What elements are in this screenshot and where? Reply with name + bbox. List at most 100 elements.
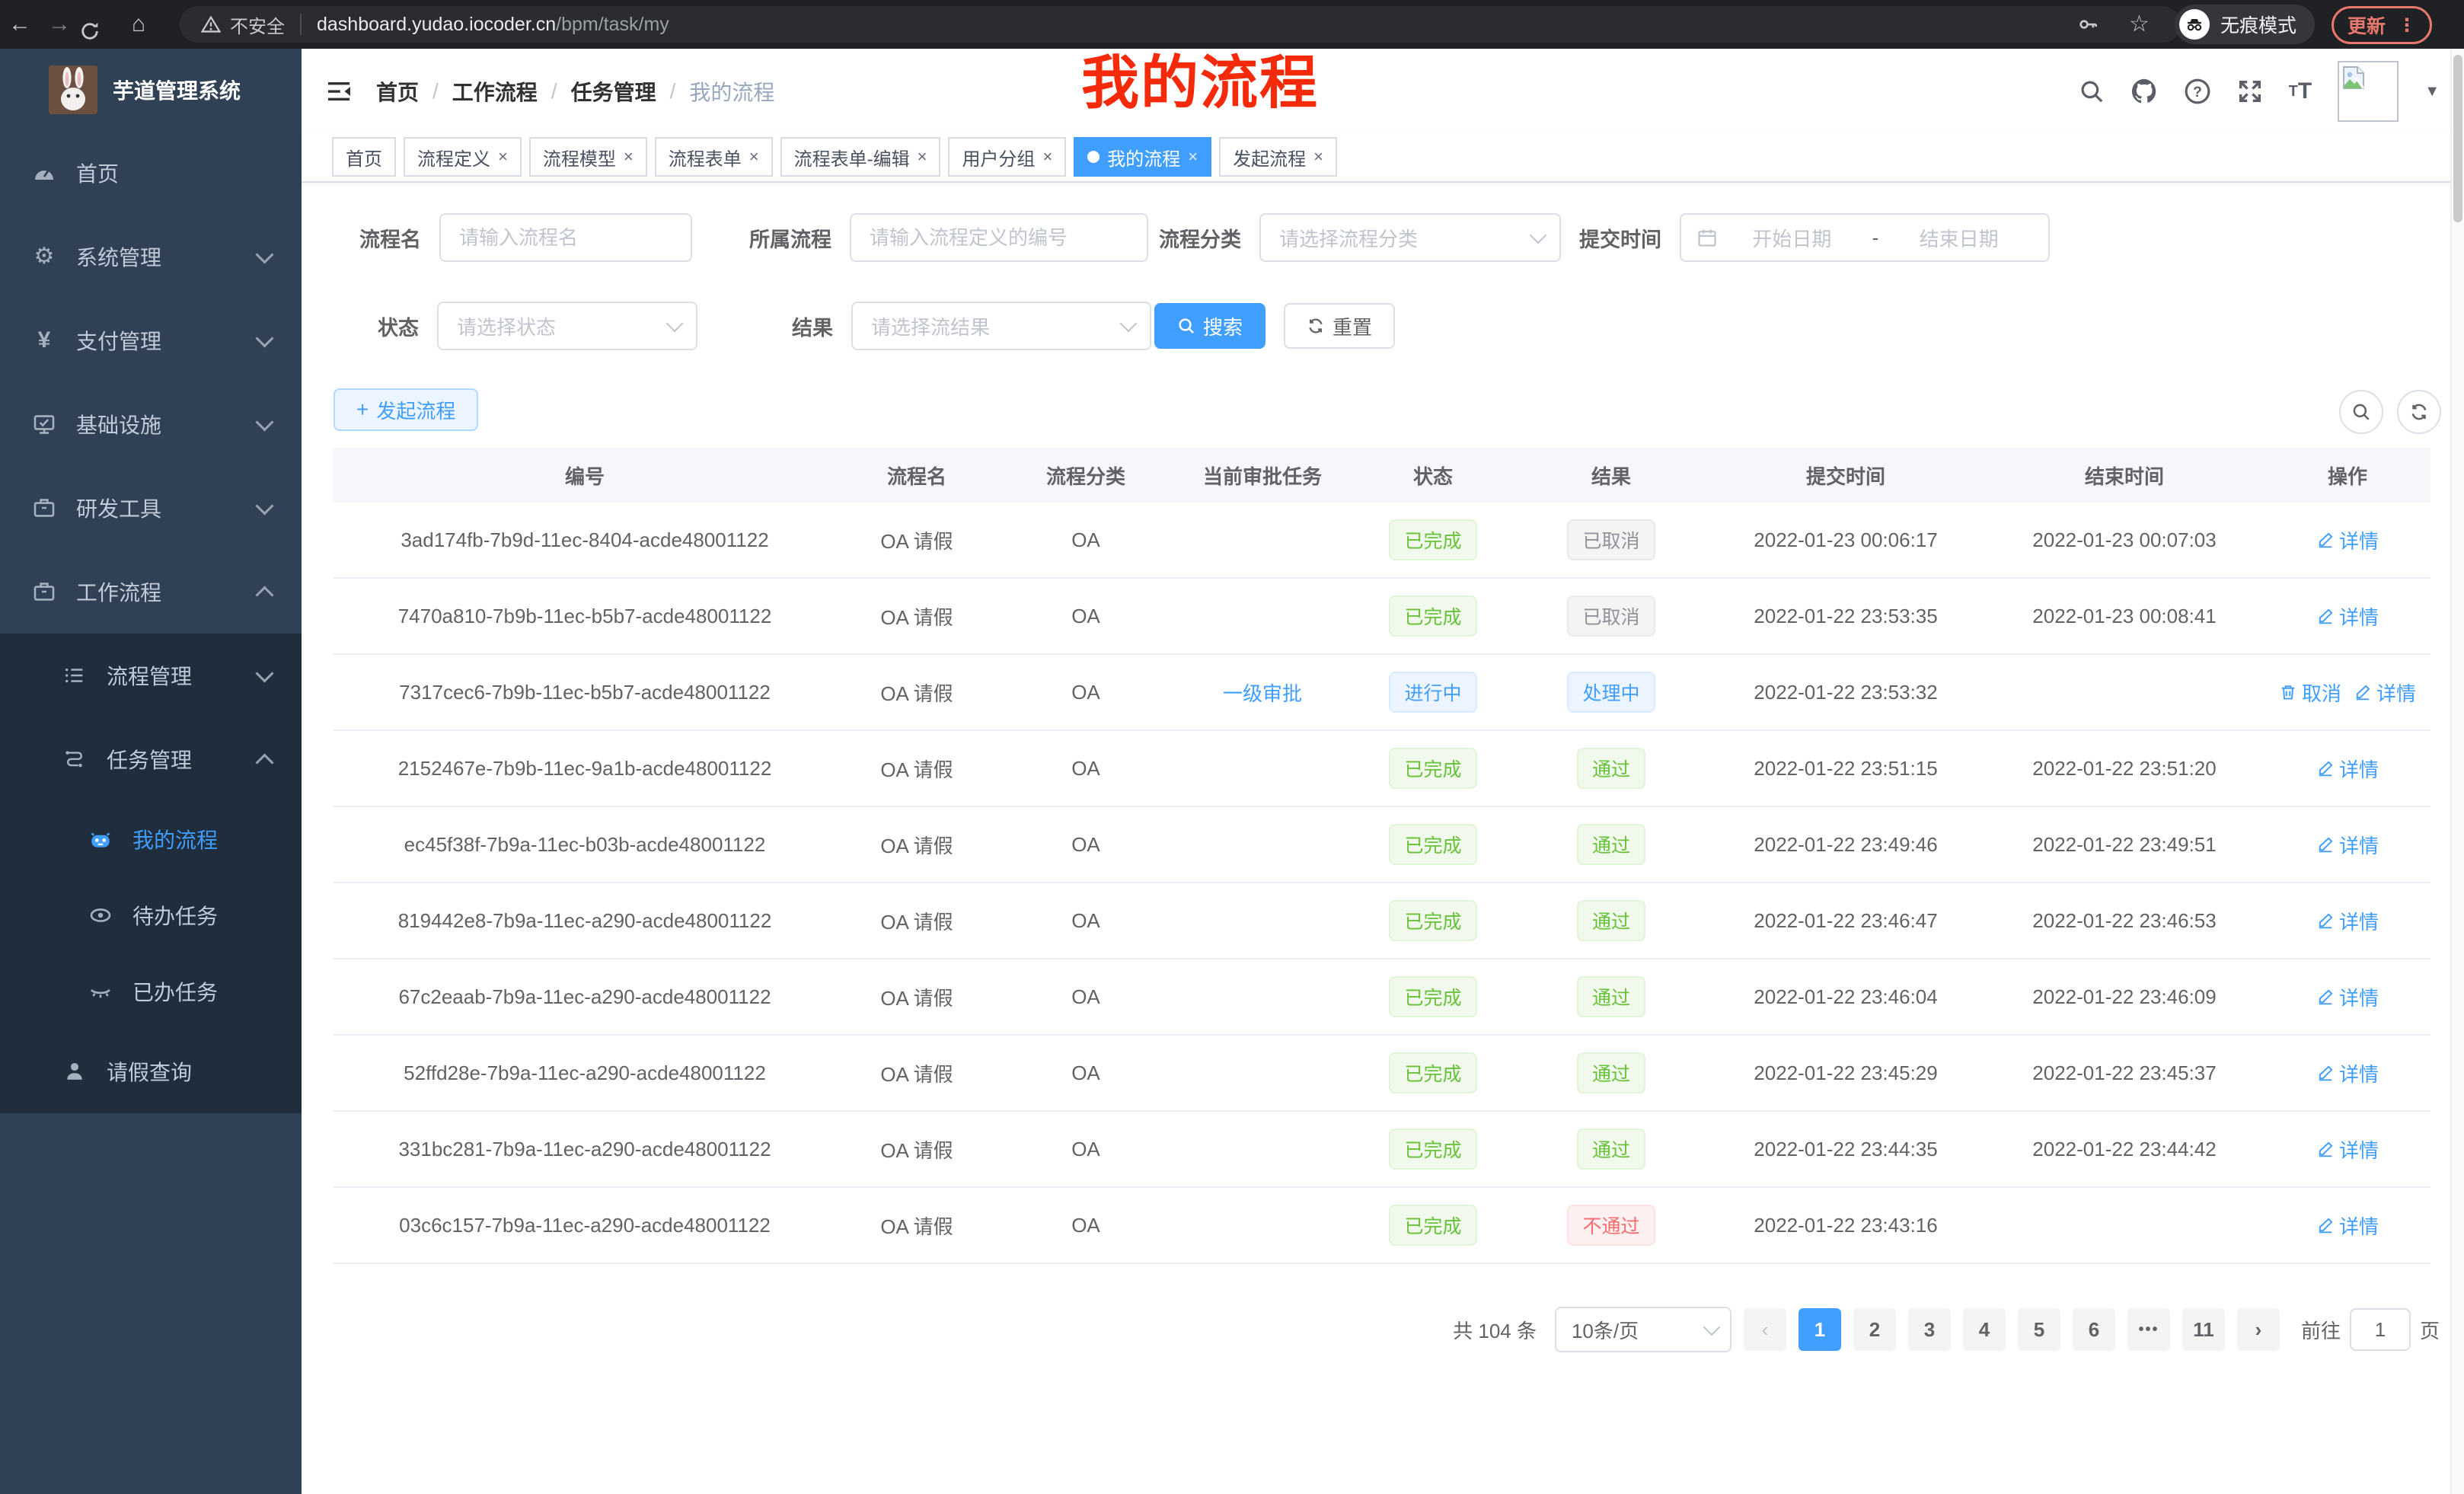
sidebar: 芋道管理系统 首页 ⚙ 系统管理 ¥ 支付管理 [0, 49, 302, 1494]
address-bar[interactable]: 不安全 dashboard.yudao.iocoder.cn/bpm/task/… [180, 6, 2181, 43]
sidebar-item-task-management[interactable]: 任务管理 [0, 717, 302, 801]
next-page-button[interactable]: › [2237, 1308, 2280, 1351]
browser-reload-icon[interactable] [79, 7, 119, 42]
filter-submit-time: 提交时间 开始日期 - 结束日期 [1579, 213, 2050, 262]
browser-update-button[interactable]: 更新 ⋮ [2332, 6, 2432, 44]
sidebar-item-leave-query[interactable]: 请假查询 [0, 1030, 302, 1113]
password-key-icon[interactable] [2077, 14, 2100, 35]
detail-link[interactable]: 详情 [2316, 755, 2379, 783]
tab-my-process[interactable]: 我的流程× [1074, 137, 1211, 177]
font-size-icon[interactable]: TT [2289, 80, 2312, 103]
page-button-3[interactable]: 3 [1908, 1308, 1951, 1351]
sidebar-item-home[interactable]: 首页 [0, 131, 302, 215]
close-icon[interactable]: × [1042, 147, 1052, 167]
browser-menu-icon[interactable]: ⋮ [2398, 14, 2416, 37]
reset-button[interactable]: 重置 [1284, 303, 1395, 349]
avatar[interactable] [2338, 61, 2399, 122]
close-icon[interactable]: × [1313, 147, 1323, 167]
sidebar-item-todo-tasks[interactable]: 待办任务 [0, 877, 302, 953]
current-task-link[interactable]: 一级审批 [1223, 678, 1302, 707]
bookmark-star-icon[interactable]: ☆ [2129, 0, 2150, 49]
result-select[interactable]: 请选择流结果 [851, 302, 1151, 350]
update-label: 更新 [2348, 11, 2386, 39]
table-row: 7317cec6-7b9b-11ec-b5b7-acde48001122 OA … [334, 655, 2430, 731]
table-refresh-button[interactable] [2397, 390, 2441, 434]
prev-page-button[interactable]: ‹ [1744, 1308, 1786, 1351]
avatar-caret-icon[interactable]: ▼ [2424, 83, 2440, 101]
table-search-toggle-button[interactable] [2339, 390, 2383, 434]
page-button-5[interactable]: 5 [2018, 1308, 2060, 1351]
status-badge: 已完成 [1389, 595, 1476, 637]
page-button-6[interactable]: 6 [2073, 1308, 2115, 1351]
detail-link[interactable]: 详情 [2316, 1135, 2379, 1164]
sidebar-item-process-management[interactable]: 流程管理 [0, 634, 302, 717]
sidebar-item-payment[interactable]: ¥ 支付管理 [0, 298, 302, 382]
detail-link[interactable]: 详情 [2316, 526, 2379, 554]
close-icon[interactable]: × [498, 147, 508, 167]
browser-forward-icon[interactable]: → [40, 0, 79, 49]
status-select[interactable]: 请选择状态 [437, 302, 697, 350]
filter-name: 流程名 [359, 213, 692, 262]
page-button-11[interactable]: 11 [2182, 1308, 2225, 1351]
start-process-button[interactable]: + 发起流程 [334, 388, 478, 431]
category-select[interactable]: 请选择流程分类 [1259, 213, 1561, 262]
sidebar-toggle-icon[interactable] [326, 80, 352, 103]
tab-start-process[interactable]: 发起流程× [1219, 137, 1337, 177]
date-range-input[interactable]: 开始日期 - 结束日期 [1680, 213, 2050, 262]
sidebar-item-my-process[interactable]: 我的流程 [0, 801, 302, 877]
tab-user-group[interactable]: 用户分组× [948, 137, 1066, 177]
breadcrumb-workflow[interactable]: 工作流程 [452, 76, 538, 107]
row-id: 331bc281-7b9a-11ec-a290-acde48001122 [334, 1138, 836, 1161]
close-icon[interactable]: × [918, 147, 927, 167]
detail-link[interactable]: 详情 [2316, 602, 2379, 630]
page-button-1[interactable]: 1 [1799, 1308, 1841, 1351]
name-input[interactable] [439, 213, 692, 262]
browser-back-icon[interactable]: ← [0, 0, 40, 49]
help-icon[interactable]: ? [2184, 78, 2211, 105]
fullscreen-icon[interactable] [2237, 78, 2263, 104]
sidebar-item-workflow[interactable]: 工作流程 [0, 550, 302, 634]
tab-process-form-edit[interactable]: 流程表单-编辑× [780, 137, 941, 177]
pagination-total: 共 104 条 [1453, 1316, 1537, 1344]
eye-closed-icon [87, 979, 114, 1004]
sidebar-item-dev-tools[interactable]: 研发工具 [0, 466, 302, 550]
search-button[interactable]: 搜索 [1154, 303, 1266, 349]
result-badge: 通过 [1577, 900, 1645, 941]
page-button-2[interactable]: 2 [1853, 1308, 1896, 1351]
detail-link[interactable]: 详情 [2316, 907, 2379, 935]
sidebar-item-infrastructure[interactable]: 基础设施 [0, 382, 302, 466]
detail-link[interactable]: 详情 [2316, 983, 2379, 1011]
scrollbar-thumb[interactable] [2453, 55, 2462, 222]
detail-link[interactable]: 详情 [2316, 1211, 2379, 1240]
detail-link[interactable]: 详情 [2316, 831, 2379, 859]
status-badge: 已完成 [1389, 519, 1476, 560]
cancel-link[interactable]: 取消 [2279, 678, 2341, 707]
more-pages-button[interactable]: ••• [2127, 1308, 2170, 1351]
close-icon[interactable]: × [624, 147, 634, 167]
definition-input[interactable] [850, 213, 1148, 262]
status-badge: 已完成 [1389, 748, 1476, 789]
tab-process-definition[interactable]: 流程定义× [404, 137, 522, 177]
detail-link[interactable]: 详情 [2316, 1059, 2379, 1087]
goto-page-input[interactable] [2350, 1308, 2411, 1351]
row-id: 52ffd28e-7b9a-11ec-a290-acde48001122 [334, 1061, 836, 1085]
tab-home[interactable]: 首页 [332, 137, 396, 177]
close-icon[interactable]: × [749, 147, 759, 167]
table-row: ec45f38f-7b9a-11ec-b03b-acde48001122 OA … [334, 807, 2430, 883]
breadcrumb-home[interactable]: 首页 [376, 76, 419, 107]
result-badge: 通过 [1577, 748, 1645, 789]
browser-home-icon[interactable]: ⌂ [119, 0, 158, 49]
page-button-4[interactable]: 4 [1963, 1308, 2006, 1351]
tag-view-bar: 首页 流程定义× 流程模型× 流程表单× 流程表单-编辑× 用户分组× 我的流程… [302, 134, 2464, 183]
tab-process-model[interactable]: 流程模型× [529, 137, 647, 177]
page-size-select[interactable]: 10条/页 [1555, 1307, 1732, 1352]
sidebar-item-system[interactable]: ⚙ 系统管理 [0, 215, 302, 298]
search-icon[interactable] [2079, 78, 2105, 104]
tab-process-form[interactable]: 流程表单× [655, 137, 773, 177]
close-icon[interactable]: × [1188, 147, 1198, 167]
url-divider [300, 14, 302, 35]
sidebar-item-done-tasks[interactable]: 已办任务 [0, 953, 302, 1030]
detail-link[interactable]: 详情 [2354, 678, 2416, 707]
github-icon[interactable] [2130, 78, 2158, 105]
breadcrumb-task-management[interactable]: 任务管理 [571, 76, 656, 107]
